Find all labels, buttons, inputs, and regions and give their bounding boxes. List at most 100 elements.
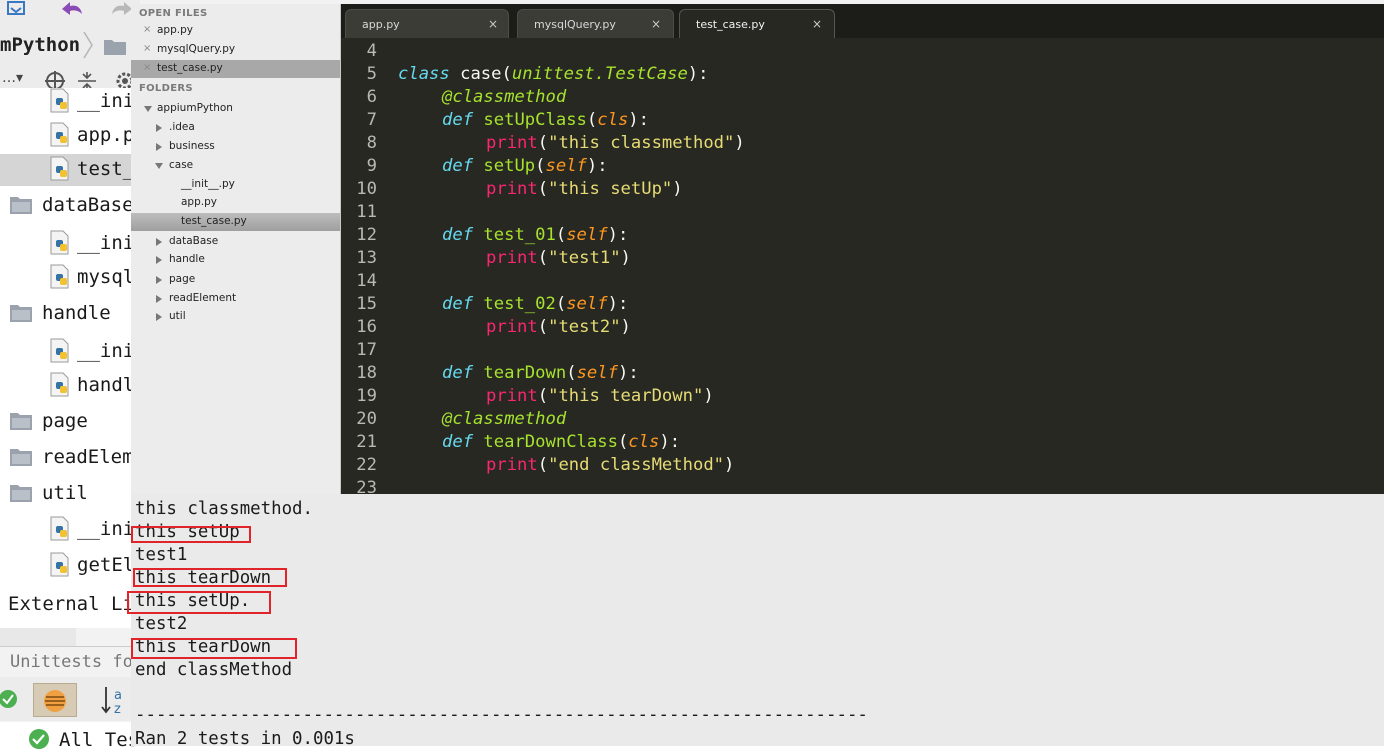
folder-item[interactable]: page — [131, 271, 340, 289]
folder-icon — [10, 305, 32, 322]
code-editor[interactable]: 4 5 class case(unittest.TestCase): 6 @clas… — [341, 38, 1384, 494]
file-item-active[interactable]: test_case.py — [131, 213, 340, 231]
tab-close-icon[interactable]: × — [812, 17, 822, 31]
tree-item[interactable]: handl — [0, 370, 140, 402]
collapsed-arrow-icon — [156, 124, 162, 132]
tree-item[interactable]: getEl — [0, 550, 140, 582]
code-line: 12 def test_01(self): — [341, 225, 1384, 248]
ignored-tests-icon — [44, 690, 66, 712]
sort-alphabetically-icon[interactable]: az — [100, 683, 130, 717]
code-line: 9 def setUp(self): — [341, 156, 1384, 179]
tree-item[interactable]: app.p — [0, 120, 140, 152]
folder-item[interactable]: dataBase — [131, 233, 340, 251]
builtin-print: print — [486, 386, 538, 406]
code-line: 18 def tearDown(self): — [341, 363, 1384, 386]
sync-icon[interactable] — [2, 0, 32, 22]
project-tree: __ini app.p test_ dataBase __ini mysql h… — [0, 88, 140, 628]
code-line: 11 — [341, 202, 1384, 225]
tree-folder[interactable]: util — [0, 478, 140, 510]
tab-close-icon[interactable]: × — [651, 17, 661, 31]
open-file-item[interactable]: × app.py — [131, 22, 340, 40]
panel-separator — [0, 628, 76, 646]
tab-close-icon[interactable]: × — [488, 17, 498, 31]
python-file-icon — [50, 552, 69, 577]
tree-item[interactable]: mysql — [0, 262, 140, 294]
run-tab-label: Unittests fo — [10, 652, 133, 672]
close-file-icon[interactable]: × — [143, 62, 151, 73]
tree-folder[interactable]: readElem — [0, 442, 140, 474]
highlight-box — [131, 526, 251, 543]
tree-item-label: mysql — [77, 266, 135, 288]
line-number: 16 — [356, 317, 377, 337]
tab-mysqlquery-py[interactable]: mysqlQuery.py × — [517, 9, 674, 39]
tree-folder-label: handle — [42, 302, 111, 324]
tree-folder-label: dataBase — [42, 194, 134, 216]
tree-folder[interactable]: page — [0, 406, 140, 438]
undo-icon[interactable] — [58, 0, 88, 22]
code-line: 8 print("this classmethod") — [341, 133, 1384, 156]
tests-passed-icon[interactable] — [0, 687, 20, 711]
open-file-label: mysqlQuery.py — [157, 43, 236, 55]
tab-label: app.py — [362, 18, 400, 31]
folder-icon — [10, 413, 32, 430]
folder-item[interactable]: readElement — [131, 290, 340, 308]
parameter: self — [545, 156, 587, 176]
collapsed-arrow-icon — [156, 313, 162, 321]
tree-item-label: getEl — [77, 554, 135, 576]
code-line: 16 print("test2") — [341, 317, 1384, 340]
python-file-icon — [50, 338, 69, 363]
folder-item[interactable]: case — [131, 157, 340, 175]
close-file-icon[interactable]: × — [143, 24, 151, 35]
tree-item[interactable]: __ini — [0, 228, 140, 260]
code-line: 6 @classmethod — [341, 87, 1384, 110]
line-number: 10 — [356, 179, 377, 199]
tree-folder[interactable]: handle — [0, 298, 140, 330]
file-label: test_case.py — [181, 215, 247, 227]
folder-item[interactable]: util — [131, 308, 340, 326]
folder-label: dataBase — [169, 235, 219, 247]
open-file-item-active[interactable]: × test_case.py — [131, 60, 340, 78]
folder-root[interactable]: appiumPython — [131, 100, 340, 118]
external-libraries-item[interactable]: External Li — [0, 590, 140, 620]
tree-item[interactable]: __ini — [0, 514, 140, 546]
tree-folder[interactable]: dataBase — [0, 190, 140, 222]
svg-text:z: z — [114, 702, 121, 717]
console-separator-line: ----------------------------------------… — [135, 705, 868, 725]
tree-item[interactable]: __ini — [0, 336, 140, 368]
breadcrumb-project[interactable]: mPython — [0, 34, 80, 56]
code-line: 5 class case(unittest.TestCase): — [341, 64, 1384, 87]
parameter: self — [566, 225, 608, 245]
python-file-icon — [50, 264, 69, 289]
folder-item[interactable]: .idea — [131, 119, 340, 137]
collapsed-arrow-icon — [156, 295, 162, 303]
project-dropdown-arrow-icon[interactable]: …▾ — [2, 70, 23, 86]
close-file-icon[interactable]: × — [143, 43, 151, 54]
all-tests-result[interactable]: All Tes — [0, 722, 140, 751]
folder-item[interactable]: business — [131, 138, 340, 156]
external-libraries-label: External Li — [8, 593, 134, 615]
show-ignored-toggle[interactable] — [33, 683, 77, 717]
base-class: unittest.TestCase — [511, 64, 688, 84]
collapsed-arrow-icon — [156, 238, 162, 246]
breadcrumb: mPython — [0, 28, 140, 65]
folder-item[interactable]: handle — [131, 251, 340, 269]
code-line: 13 print("test1") — [341, 248, 1384, 271]
run-tab-unittests[interactable]: Unittests fo — [0, 646, 140, 677]
console-line: test1 — [135, 545, 188, 565]
tab-test-case-py[interactable]: test_case.py × — [679, 9, 835, 39]
tab-app-py[interactable]: app.py × — [345, 9, 509, 39]
keyword-def: def — [442, 363, 474, 383]
file-label: __init__.py — [181, 178, 235, 190]
line-number: 6 — [366, 87, 377, 107]
file-item[interactable]: app.py — [131, 194, 340, 212]
tree-item-selected[interactable]: test_ — [0, 154, 140, 186]
line-number: 4 — [366, 41, 377, 61]
line-number: 7 — [366, 110, 377, 130]
line-number: 15 — [356, 294, 377, 314]
open-file-item[interactable]: × mysqlQuery.py — [131, 41, 340, 59]
tree-folder-label: page — [42, 410, 88, 432]
folder-icon — [10, 449, 32, 466]
file-item[interactable]: __init__.py — [131, 176, 340, 194]
tree-item[interactable]: __ini — [0, 88, 140, 120]
python-file-icon — [50, 88, 69, 113]
